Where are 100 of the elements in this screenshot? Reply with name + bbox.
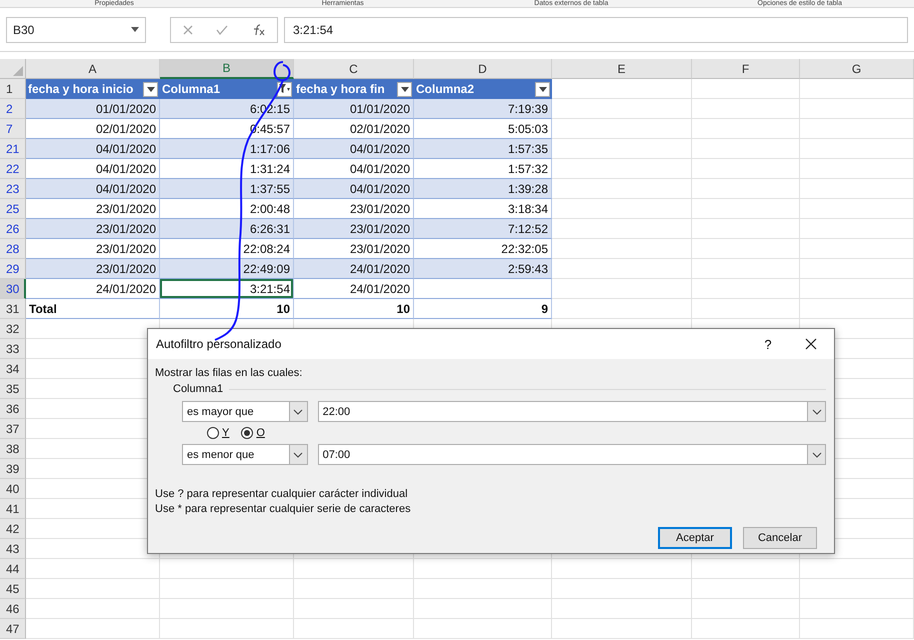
table-cell: 9 (414, 299, 552, 319)
row-header[interactable]: 37 (0, 419, 26, 439)
table-header-cell: fecha y hora inicio (26, 79, 160, 99)
row-header[interactable]: 31 (0, 299, 26, 319)
table-cell: 3:21:54 (160, 279, 294, 299)
row-header[interactable]: 36 (0, 399, 26, 419)
row-header[interactable]: 23 (0, 179, 26, 199)
table-cell: 1:57:35 (414, 139, 552, 159)
dropdown-icon[interactable] (143, 82, 158, 96)
table-cell: 23/01/2020 (26, 199, 160, 219)
close-icon[interactable] (805, 338, 817, 350)
column-header[interactable]: E (552, 59, 692, 79)
triangle-icon (13, 66, 23, 76)
table-cell: 23/01/2020 (294, 239, 414, 259)
dropdown-icon[interactable] (535, 82, 550, 96)
column-header[interactable]: G (800, 59, 914, 79)
table-cell: 23/01/2020 (294, 219, 414, 239)
table-cell: 2:00:48 (160, 199, 294, 219)
table-cell: 24/01/2020 (294, 259, 414, 279)
pen-loop (274, 61, 290, 82)
table-cell: 01/01/2020 (294, 99, 414, 119)
row-header[interactable]: 45 (0, 579, 26, 599)
table-cell: 23/01/2020 (26, 219, 160, 239)
row-header[interactable]: 21 (0, 139, 26, 159)
row-header[interactable]: 38 (0, 439, 26, 459)
table-cell: 3:18:34 (414, 199, 552, 219)
row-header[interactable]: 25 (0, 199, 26, 219)
hint-text: Use * para representar cualquier serie de caracteres (155, 502, 412, 517)
table-header-cell: fecha y hora fin (294, 79, 414, 99)
table-cell: 6:26:31 (160, 219, 294, 239)
table-cell: 1:17:06 (160, 139, 294, 159)
row-header[interactable]: 1 (0, 79, 26, 99)
table-cell: 04/01/2020 (294, 179, 414, 199)
chevron-icon (293, 408, 304, 414)
chevron-icon (812, 452, 822, 458)
row-header[interactable]: 42 (0, 519, 26, 539)
table-header-cell: Columna2 (414, 79, 552, 99)
column-header[interactable]: F (692, 59, 800, 79)
table-cell: 7:12:52 (414, 219, 552, 239)
table-cell: 22:32:05 (414, 239, 552, 259)
row-header[interactable]: 22 (0, 159, 26, 179)
table-cell: 02/01/2020 (26, 119, 160, 139)
row-header[interactable]: 7 (0, 119, 26, 139)
function-icon[interactable] (251, 24, 266, 36)
table-cell: 22:49:09 (160, 259, 294, 279)
chevron-icon (293, 452, 304, 458)
table-cell: 02/01/2020 (294, 119, 414, 139)
row-header[interactable]: 32 (0, 319, 26, 339)
column-header[interactable]: D (414, 59, 552, 79)
row-header[interactable]: 43 (0, 539, 26, 559)
table-cell: 22:08:24 (160, 239, 294, 259)
name-box[interactable]: B30 (6, 16, 146, 42)
group-label: Columna1 (173, 383, 224, 395)
table-cell: 23/01/2020 (26, 259, 160, 279)
table-header-cell: Columna1 (160, 79, 294, 99)
row-header[interactable]: 2 (0, 99, 26, 119)
dialog-button[interactable]: Aceptar (658, 527, 732, 549)
dialog-prompt: Mostrar las filas en las cuales: (155, 367, 304, 379)
value-combobox[interactable]: 07:00 (318, 444, 826, 465)
hint-text: Use ? para representar cualquier carácter individual (155, 487, 409, 502)
row-header[interactable]: 47 (0, 619, 26, 639)
operator-dropdown[interactable]: es mayor que (182, 401, 308, 422)
operator-dropdown[interactable]: es menor que (182, 444, 308, 465)
table-cell: 2:59:43 (414, 259, 552, 279)
table-cell: 1:57:32 (414, 159, 552, 179)
formula-input[interactable]: 3:21:54 (284, 16, 908, 42)
column-header[interactable]: B (160, 59, 294, 79)
table-cell: 01/01/2020 (26, 99, 160, 119)
dropdown-icon[interactable] (397, 82, 412, 96)
column-header[interactable]: A (26, 59, 160, 79)
table-cell: 04/01/2020 (294, 159, 414, 179)
row-header[interactable]: 34 (0, 359, 26, 379)
row-header[interactable]: 39 (0, 459, 26, 479)
row-header[interactable]: 35 (0, 379, 26, 399)
column-header[interactable]: C (294, 59, 414, 79)
table-cell: 04/01/2020 (26, 179, 160, 199)
table-cell: Total (26, 299, 160, 319)
row-header[interactable]: 44 (0, 559, 26, 579)
table-cell: 1:37:55 (160, 179, 294, 199)
table-cell: 10 (294, 299, 414, 319)
table-cell: 5:05:03 (414, 119, 552, 139)
row-header[interactable]: 30 (0, 279, 26, 299)
row-header[interactable]: 28 (0, 239, 26, 259)
row-header[interactable]: 26 (0, 219, 26, 239)
row-header[interactable]: 40 (0, 479, 26, 499)
table-cell: 7:19:39 (414, 99, 552, 119)
row-header[interactable]: 29 (0, 259, 26, 279)
table-cell: 1:31:24 (160, 159, 294, 179)
chevron-icon (812, 408, 822, 414)
row-header[interactable]: 46 (0, 599, 26, 619)
table-cell: 1:39:28 (414, 179, 552, 199)
dialog-title: Autofiltro personalizado (156, 337, 282, 351)
row-header[interactable]: 41 (0, 499, 26, 519)
help-button[interactable]: ? (748, 336, 788, 352)
check-icon[interactable] (216, 24, 228, 34)
value-combobox[interactable]: 22:00 (318, 401, 826, 422)
table-cell: 24/01/2020 (294, 279, 414, 299)
dialog-button[interactable]: Cancelar (743, 527, 817, 549)
row-header[interactable]: 33 (0, 339, 26, 359)
caret-icon (131, 27, 139, 32)
